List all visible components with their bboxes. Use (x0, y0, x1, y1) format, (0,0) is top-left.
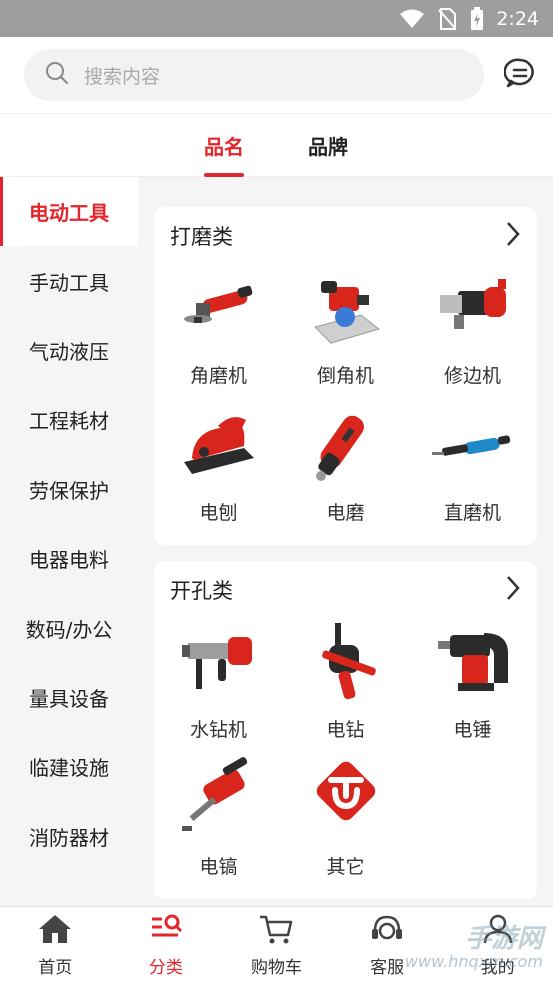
status-bar: 2:24 (0, 0, 553, 37)
clock: 2:24 (496, 7, 539, 30)
sidebar-item-temporary-facilities[interactable]: 临建设施 (0, 732, 138, 801)
customer-service-icon (369, 913, 405, 949)
sidebar-item-label: 数码/办公 (25, 617, 113, 642)
nav-label: 客服 (370, 958, 405, 978)
product-label: 修边机 (443, 365, 501, 387)
product-label: 电磨 (326, 502, 365, 524)
chamfering-machine-icon (301, 265, 391, 355)
angle-grinder-icon (174, 265, 264, 355)
sidebar-item-fire-equipment[interactable]: 消防器材 (0, 802, 138, 871)
search-placeholder: 搜索内容 (84, 65, 161, 88)
battery-charging-icon (470, 6, 484, 31)
sidebar-item-label: 电器电料 (29, 548, 109, 573)
straight-grinder-icon (428, 402, 518, 492)
product-label: 电钻 (326, 719, 365, 741)
product-item[interactable]: 其它 (282, 756, 409, 893)
message-button[interactable] (503, 58, 537, 92)
sidebar-item-label: 劳保保护 (29, 478, 109, 503)
product-label: 其它 (326, 856, 365, 878)
sidebar-item-label: 消防器材 (29, 825, 109, 850)
product-item[interactable]: 修边机 (409, 265, 536, 402)
product-item[interactable]: 直磨机 (409, 402, 536, 539)
tab-product-name[interactable]: 品名 (204, 114, 244, 177)
product-item[interactable]: 倒角机 (282, 265, 409, 402)
chevron-right-icon (505, 575, 521, 605)
product-item[interactable]: 水钻机 (155, 619, 282, 756)
search-bar: 搜索内容 (0, 37, 553, 113)
product-item[interactable]: 电锤 (409, 619, 536, 756)
wifi-icon (400, 9, 425, 29)
chat-bubble-icon (503, 57, 536, 93)
product-grid: 水钻机 电钻 电锤 电镐 其它 (154, 619, 537, 893)
nav-label: 购物车 (250, 958, 302, 978)
product-item[interactable]: 电镐 (155, 756, 282, 893)
rotary-hammer-icon (428, 619, 518, 709)
watermark-url: www.hnqxm.com (404, 952, 543, 971)
die-grinder-icon (301, 402, 391, 492)
brand-logo-icon (301, 756, 391, 846)
no-sim-icon (438, 7, 457, 30)
product-grid: 角磨机 倒角机 修边机 电刨 电磨 直磨机 (154, 265, 537, 539)
product-label: 电刨 (199, 502, 238, 524)
sidebar-item-label: 工程耗材 (29, 409, 109, 434)
sidebar-item-pneumatic-hydraulic[interactable]: 气动液压 (0, 316, 138, 385)
sidebar-item-label: 电动工具 (29, 201, 109, 226)
product-item[interactable]: 电磨 (282, 402, 409, 539)
sidebar-item-digital-office[interactable]: 数码/办公 (0, 593, 138, 662)
nav-category[interactable]: 分类 (111, 907, 222, 984)
trimmer-icon (428, 265, 518, 355)
search-icon (44, 60, 70, 90)
watermark: 手游网 (464, 924, 543, 954)
sidebar-item-label: 气动液压 (29, 339, 109, 364)
category-icon (148, 913, 184, 949)
nav-cart[interactable]: 购物车 (221, 907, 332, 984)
section-header[interactable]: 开孔类 (154, 561, 537, 619)
sidebar-item-label: 临建设施 (29, 756, 109, 781)
tab-label: 品牌 (308, 135, 348, 159)
product-item[interactable]: 角磨机 (155, 265, 282, 402)
product-item[interactable]: 电刨 (155, 402, 282, 539)
sidebar-item-label: 量具设备 (29, 686, 109, 711)
chevron-right-icon (505, 221, 521, 251)
product-label: 角磨机 (189, 365, 247, 387)
sidebar-item-hand-tools[interactable]: 手动工具 (0, 246, 138, 315)
sidebar-item-power-tools[interactable]: 电动工具 (0, 177, 138, 247)
electric-drill-icon (301, 619, 391, 709)
section-card-drilling: 开孔类 水钻机 电钻 电锤 电镐 其它 (154, 561, 537, 899)
core-drill-icon (174, 619, 264, 709)
tab-brand[interactable]: 品牌 (308, 114, 348, 177)
nav-label: 分类 (148, 958, 183, 978)
product-label: 倒角机 (316, 365, 374, 387)
category-tabs: 品名 品牌 (0, 113, 553, 177)
tab-label: 品名 (204, 135, 244, 159)
section-title: 打磨类 (170, 225, 233, 249)
product-label: 电锤 (453, 719, 492, 741)
category-content: 打磨类 角磨机 倒角机 修边机 电刨 电磨 直磨机 开孔类 水钻机 电钻 电锤 … (138, 177, 553, 905)
sidebar-item-measuring[interactable]: 量具设备 (0, 663, 138, 732)
nav-customer-service[interactable]: 客服 (332, 907, 443, 984)
nav-label: 首页 (38, 958, 73, 978)
product-label: 水钻机 (189, 719, 247, 741)
product-item[interactable]: 电钻 (282, 619, 409, 756)
demolition-hammer-icon (174, 756, 264, 846)
sidebar-item-label: 手动工具 (29, 270, 109, 295)
sidebar-item-consumables[interactable]: 工程耗材 (0, 385, 138, 454)
category-sidebar: 电动工具 手动工具 气动液压 工程耗材 劳保保护 电器电料 数码/办公 量具设备… (0, 177, 138, 905)
sidebar-item-electrical[interactable]: 电器电料 (0, 524, 138, 593)
search-input[interactable]: 搜索内容 (24, 49, 484, 101)
product-label: 电镐 (199, 856, 238, 878)
electric-planer-icon (174, 402, 264, 492)
section-title: 开孔类 (170, 579, 233, 603)
home-icon (37, 913, 73, 949)
cart-icon (258, 913, 294, 949)
section-card-grinding: 打磨类 角磨机 倒角机 修边机 电刨 电磨 直磨机 (154, 207, 537, 545)
product-label: 直磨机 (443, 502, 501, 524)
section-header[interactable]: 打磨类 (154, 207, 537, 265)
sidebar-item-safety[interactable]: 劳保保护 (0, 455, 138, 524)
nav-home[interactable]: 首页 (0, 907, 111, 984)
